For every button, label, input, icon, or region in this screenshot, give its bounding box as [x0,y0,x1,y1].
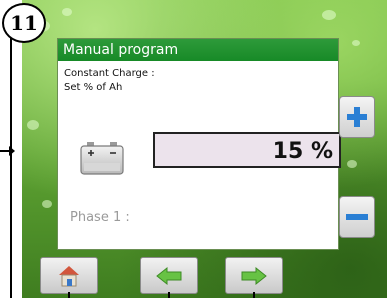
ok-arrow-right-icon [241,266,267,285]
home-icon [59,265,79,286]
annotation-line [10,36,12,298]
arrow-left-icon [156,266,182,285]
description-line-1: Constant Charge : [64,68,155,79]
manual-program-panel: Manual program Constant Charge : Set % o… [57,38,341,250]
increase-button[interactable] [339,96,375,138]
percentage-value: 15 % [153,132,341,168]
minus-icon [346,214,368,220]
battery-icon [80,142,124,175]
home-button[interactable] [40,257,98,294]
annotation-arrow-icon [9,146,15,156]
back-button[interactable] [140,257,198,294]
decrease-button[interactable] [339,196,375,238]
description: Constant Charge : Set % of Ah [64,67,155,95]
phase-label: Phase 1 : [70,210,130,225]
annotation-tick [253,292,255,298]
description-line-2: Set % of Ah [64,82,123,93]
step-badge: 11 [2,3,46,43]
panel-title: Manual program [58,39,338,61]
annotation-tick [68,292,70,298]
plus-icon [347,107,367,127]
annotation-tick [168,292,170,298]
ok-button[interactable] [225,257,283,294]
